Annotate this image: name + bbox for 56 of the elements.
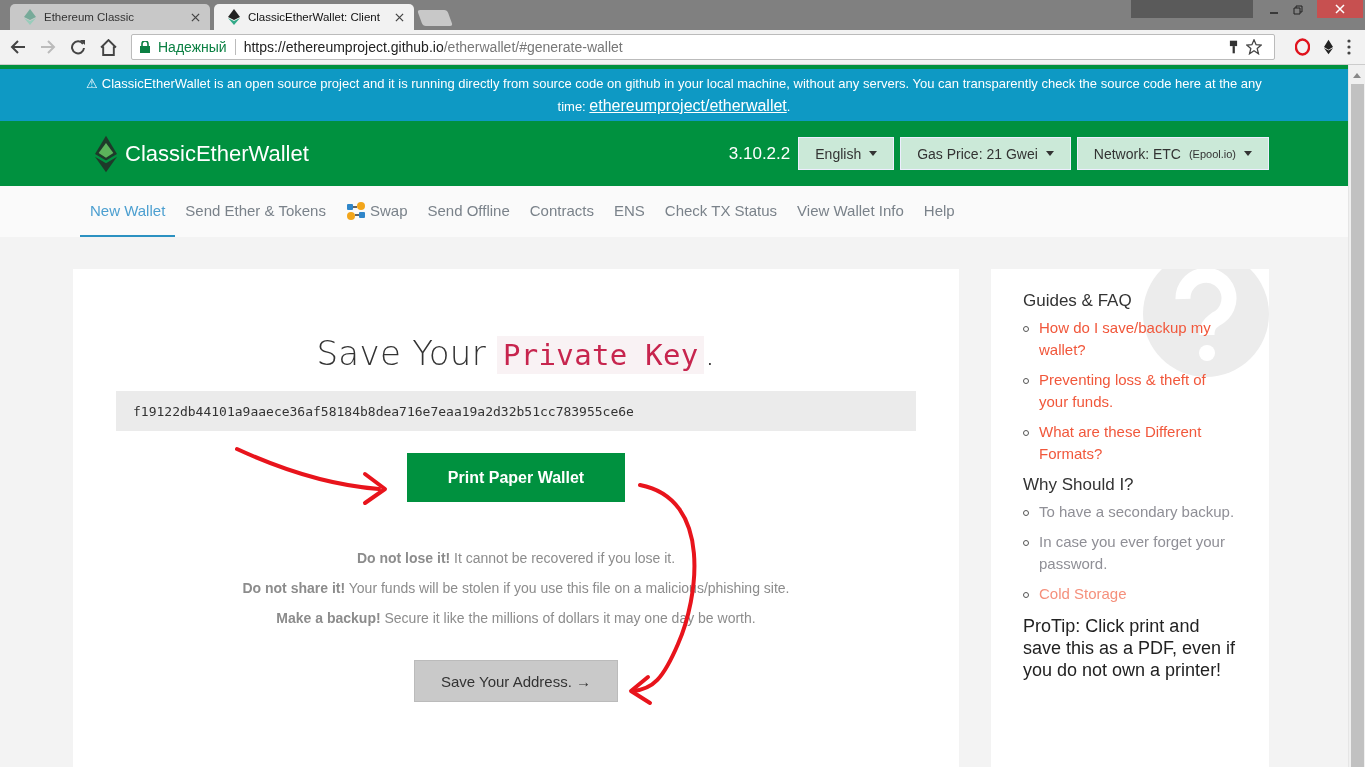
banner-text: ⚠ ClassicEtherWallet is an open source project and it is running directly from source code on github in your local machine, without any servers. You can transparently check the source code here at the any time: ethereumproject/etherwallet. [85,74,1263,116]
caret-icon [869,151,878,156]
nav-tab[interactable]: Swap [335,186,418,237]
ethereum-icon[interactable] [1324,39,1333,55]
brand-name[interactable]: ClassicEtherWallet [125,140,309,167]
private-key-field[interactable]: f19122db44101a9aaece36af58184b8dea716e7eaa19a2d32b51cc783955ce6e [116,391,916,431]
print-button[interactable]: Print Paper Wallet [407,453,625,502]
guide-link[interactable]: What are these Different Formats? [1039,421,1239,465]
dropdown-button[interactable]: English [798,137,895,170]
list-text: In case you ever forget your password. [1039,532,1226,574]
diamond-icon [228,9,240,25]
nav-tab[interactable]: Send Ether & Tokens [175,186,336,237]
nav-tab[interactable]: Check TX Status [654,186,788,237]
home-icon[interactable] [100,38,117,56]
restore-icon[interactable] [1293,5,1303,15]
nav-tab[interactable]: Contracts [519,186,604,237]
dropdown-button[interactable]: Gas Price: 21 Gwei [900,137,1071,170]
close-icon[interactable] [395,12,404,22]
scrollbar[interactable] [1348,65,1365,767]
menu-icon[interactable] [1347,39,1351,55]
page-heading: Save Your Private Key . [316,333,716,373]
caret-icon [1244,151,1252,156]
address-bar[interactable]: Надежный https://ethereumproject.github.io/etherwallet/#generate-wallet [131,34,1275,60]
section-title: Guides & FAQ [1023,291,1133,311]
protip-text: ProTip: Click print and save this as a PDF, even if you do not own a printer! [1023,615,1237,681]
nav-tab[interactable]: Help [913,186,965,237]
star-icon[interactable] [1246,39,1262,55]
security-label: Надежный [158,39,227,55]
close-icon[interactable] [191,12,200,22]
nav-tab[interactable]: ENS [603,186,655,237]
guide-link[interactable]: Preventing loss & theft of your funds. [1039,369,1239,413]
caret-icon [1045,151,1054,156]
lock-icon [140,41,150,53]
diamond-icon [24,9,36,25]
browser-tab[interactable]: Ethereum Classic [10,4,210,30]
warning-text: Do not lose it! It cannot be recovered if you lose it. [356,549,676,568]
reload-icon[interactable] [70,39,86,55]
repo-link[interactable]: ethereumproject/etherwallet [589,96,787,114]
back-icon[interactable] [10,39,26,55]
section-title: Why Should I? [1023,475,1135,495]
guide-link[interactable]: How do I save/backup my wallet? [1039,317,1239,361]
nav-tab[interactable]: View Wallet Info [787,186,914,237]
version-number: 3.10.2.2 [728,143,791,164]
nav-tab[interactable]: Send Offline [417,186,520,237]
key-icon[interactable] [1229,40,1238,54]
url-text: https://ethereumproject.github.io/etherwallet/#generate-wallet [243,39,623,55]
diamond-logo-icon[interactable] [95,134,117,173]
guide-link[interactable]: Cold Storage [1039,583,1127,605]
browser-tab[interactable]: ClassicEtherWallet: Client [214,4,414,30]
next-button[interactable]: Save Your Address. → [414,660,618,702]
list-text: To have a secondary backup. [1039,502,1235,522]
swap-icon [345,200,366,221]
scroll-up-icon[interactable] [1353,73,1361,78]
close-icon [1335,4,1345,14]
dropdown-button[interactable]: Network: ETC (Epool.io) [1076,137,1269,170]
nav-tab[interactable]: New Wallet [80,186,176,237]
